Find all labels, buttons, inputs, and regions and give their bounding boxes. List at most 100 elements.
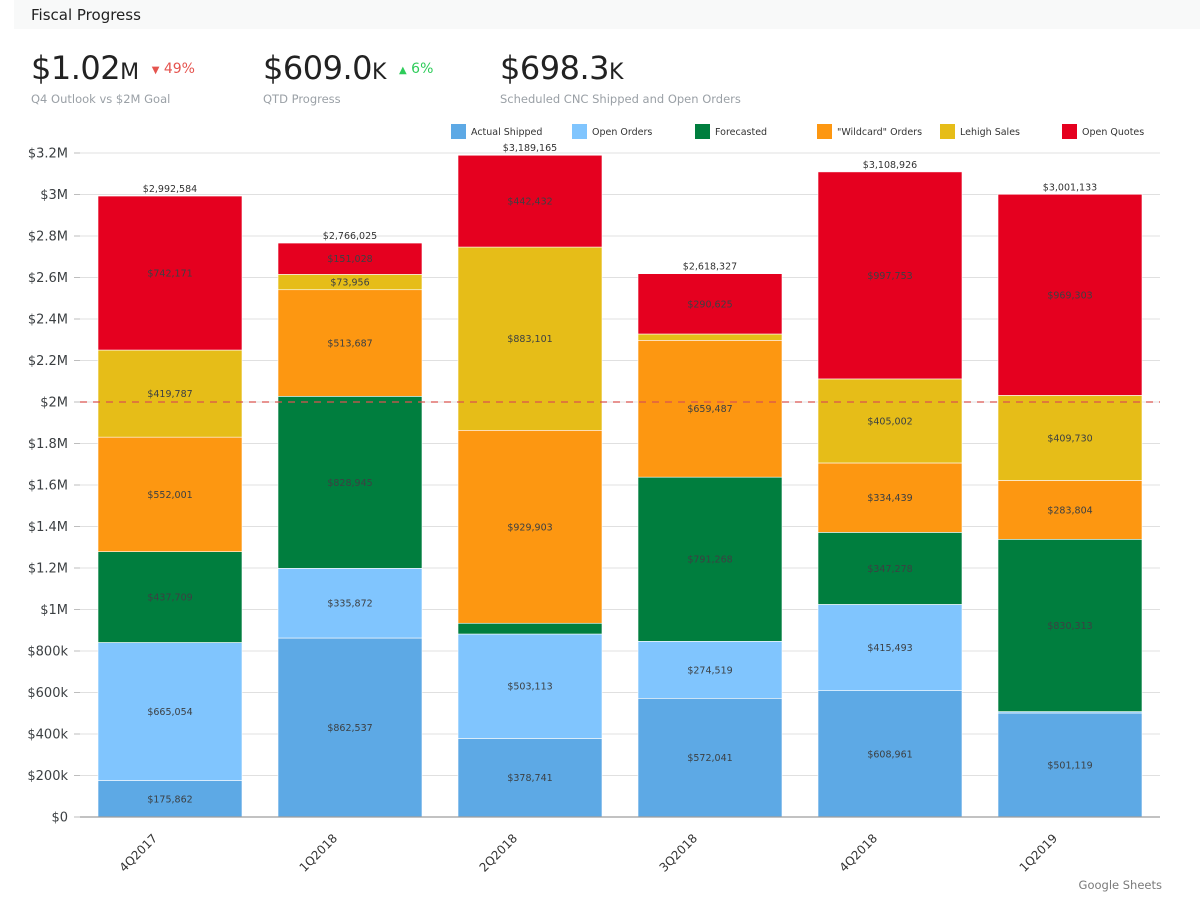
y-tick-label: $1.4M — [28, 520, 68, 535]
total-label: $2,766,025 — [323, 231, 377, 242]
triangle-up-icon: ▲ — [399, 65, 407, 76]
kpi-value: $698.3 — [500, 49, 609, 87]
kpi-qtd-progress: $609.0K ▲ 6% QTD Progress — [263, 50, 433, 106]
x-tick-label: 2Q2018 — [477, 831, 521, 875]
segment-label: $274,519 — [687, 665, 732, 676]
legend-label: Open Quotes — [1082, 127, 1144, 138]
legend-label: Lehigh Sales — [960, 127, 1020, 138]
kpi-label: Q4 Outlook vs $2M Goal — [31, 92, 171, 106]
segment-label: $997,753 — [867, 271, 912, 282]
segment-label: $409,730 — [1047, 433, 1092, 444]
total-label: $3,189,165 — [503, 143, 557, 154]
kpi-label: Scheduled CNC Shipped and Open Orders — [500, 92, 741, 106]
y-tick-label: $2.8M — [28, 230, 68, 245]
total-label: $2,618,327 — [683, 262, 737, 273]
y-tick-label: $3.2M — [28, 147, 68, 162]
legend-swatch — [451, 124, 466, 139]
y-tick-label: $2M — [40, 396, 68, 411]
x-tick-label: 4Q2017 — [117, 831, 161, 875]
y-tick-label: $1.6M — [28, 479, 68, 494]
segment-label: $442,432 — [507, 197, 552, 208]
legend-swatch — [817, 124, 832, 139]
y-tick-label: $200k — [27, 769, 68, 784]
y-tick-label: $2.4M — [28, 313, 68, 328]
kpi-value: $609.0 — [263, 49, 372, 87]
segment-label: $929,903 — [507, 522, 552, 533]
x-tick-label: 1Q2018 — [297, 831, 341, 875]
y-tick-label: $1.8M — [28, 437, 68, 452]
kpi-q4-outlook: $1.02M ▼ 49% Q4 Outlook vs $2M Goal — [31, 50, 195, 106]
x-tick-label: 3Q2018 — [657, 831, 701, 875]
footer-source: Google Sheets — [1078, 878, 1162, 892]
legend-swatch — [572, 124, 587, 139]
total-label: $3,108,926 — [863, 160, 917, 171]
y-tick-label: $1.2M — [28, 562, 68, 577]
kpi-value: $1.02 — [31, 49, 121, 87]
segment-label: $608,961 — [867, 749, 912, 760]
x-tick-label: 4Q2018 — [837, 831, 881, 875]
segment-label: $283,804 — [1047, 505, 1092, 516]
legend-label: Actual Shipped — [471, 127, 542, 138]
y-tick-label: $400k — [27, 728, 68, 743]
y-tick-label: $1M — [40, 603, 68, 618]
kpi-delta: ▼ 49% — [152, 61, 195, 77]
legend-swatch — [695, 124, 710, 139]
y-tick-label: $0 — [51, 811, 68, 826]
kpi-value-row: $698.3K — [500, 50, 741, 91]
segment-label: $405,002 — [867, 416, 912, 427]
kpi-value-suffix: K — [371, 60, 386, 85]
segment-label: $665,054 — [147, 707, 192, 718]
segment-label: $347,278 — [867, 564, 912, 575]
total-label: $3,001,133 — [1043, 182, 1097, 193]
legend-label: Open Orders — [592, 127, 652, 138]
legend-swatch — [1062, 124, 1077, 139]
segment-label: $791,268 — [687, 555, 732, 566]
segment-label: $290,625 — [687, 299, 732, 310]
kpi-value-suffix: M — [120, 60, 139, 85]
kpi-value-row: $1.02M ▼ 49% — [31, 50, 195, 91]
segment-label: $883,101 — [507, 334, 552, 345]
segment-label: $572,041 — [687, 753, 732, 764]
segment-label: $175,862 — [147, 794, 192, 805]
segment-label: $419,787 — [147, 389, 192, 400]
segment-label: $659,487 — [687, 404, 732, 415]
kpi-value-suffix: K — [608, 60, 623, 85]
bar-segment — [637, 333, 783, 341]
segment-label: $501,119 — [1047, 761, 1092, 772]
segment-label: $742,171 — [147, 269, 192, 280]
kpi-delta: ▲ 6% — [399, 61, 433, 77]
legend-swatch — [940, 124, 955, 139]
segment-label: $969,303 — [1047, 290, 1092, 301]
triangle-down-icon: ▼ — [151, 65, 160, 76]
kpi-scheduled-cnc: $698.3K Scheduled CNC Shipped and Open O… — [500, 50, 741, 106]
legend-label: "Wildcard" Orders — [837, 127, 922, 138]
segment-label: $73,956 — [330, 278, 369, 289]
segment-label: $335,872 — [327, 599, 372, 610]
segment-label: $378,741 — [507, 773, 552, 784]
y-tick-label: $2.2M — [28, 354, 68, 369]
y-tick-label: $600k — [27, 686, 68, 701]
stacked-bar-chart: $0 $200k $400k $600k $800k $1M $1.2M $1.4M $1.6M… — [27, 124, 1160, 875]
kpi-label: QTD Progress — [263, 92, 341, 106]
segment-label: $334,439 — [867, 493, 912, 504]
x-tick-label: 1Q2019 — [1017, 831, 1061, 875]
segment-label: $552,001 — [147, 490, 192, 501]
segment-label: $415,493 — [867, 643, 912, 654]
segment-label: $503,113 — [507, 682, 552, 693]
bar-segment — [457, 622, 603, 635]
segment-label: $830,313 — [1047, 621, 1092, 632]
kpi-delta-value: 6% — [411, 61, 434, 77]
segment-label: $862,537 — [327, 723, 372, 734]
segment-label: $437,709 — [147, 593, 192, 604]
legend-label: Forecasted — [715, 127, 767, 138]
kpi-value-row: $609.0K ▲ 6% — [263, 50, 433, 91]
y-tick-label: $800k — [27, 645, 68, 660]
segment-label: $828,945 — [327, 478, 372, 489]
y-tick-label: $2.6M — [28, 271, 68, 286]
page-title: Fiscal Progress — [31, 6, 141, 24]
y-tick-label: $3M — [40, 188, 68, 203]
kpi-delta-value: 49% — [163, 61, 195, 77]
segment-label: $513,687 — [327, 339, 372, 350]
header-bar — [14, 0, 1200, 29]
total-label: $2,992,584 — [143, 184, 197, 195]
